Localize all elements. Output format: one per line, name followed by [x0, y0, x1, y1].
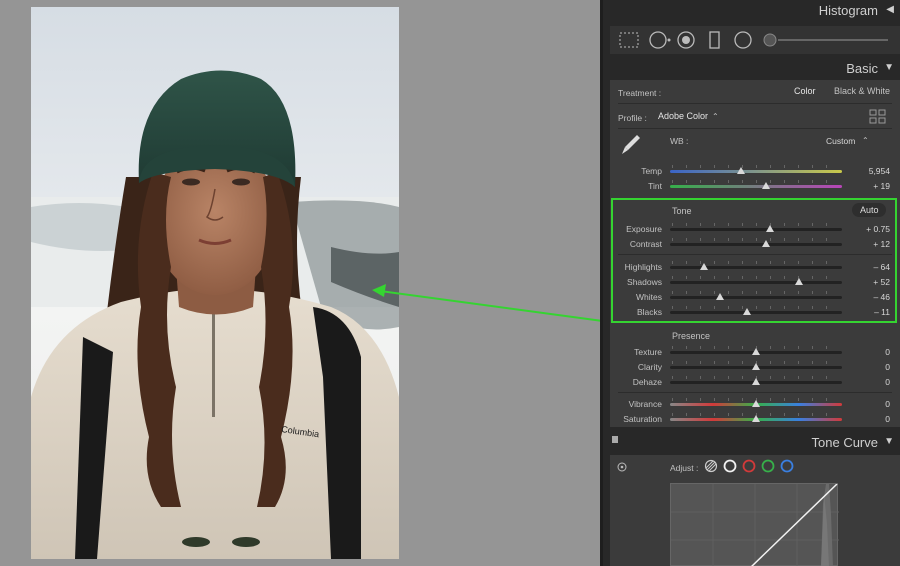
temp-value[interactable]: 5,954 [869, 166, 890, 176]
basic-header[interactable]: Basic ▼ [610, 58, 900, 80]
tint-slider-ticks [672, 180, 840, 183]
tone-curve-expand-arrow-icon[interactable]: ▼ [884, 436, 894, 447]
temp-slider-thumb[interactable] [736, 167, 745, 174]
adjust-label: Adjust : [670, 463, 699, 473]
tool-strip [610, 26, 900, 54]
dehaze-value[interactable]: 0 [885, 377, 890, 387]
vibrance-label: Vibrance [628, 399, 662, 409]
vibrance-value[interactable]: 0 [885, 399, 890, 409]
tint-label: Tint [648, 181, 662, 191]
red-eye-icon[interactable] [677, 31, 695, 49]
texture-slider-row[interactable]: Texture 0 [610, 345, 900, 359]
dehaze-slider-row[interactable]: Dehaze 0 [610, 375, 900, 389]
blue-channel-icon[interactable] [780, 459, 794, 473]
profile-browser-grid-icon[interactable] [869, 109, 887, 125]
saturation-slider-row[interactable]: Saturation 0 [610, 412, 900, 426]
treatment-color-option[interactable]: Color [794, 86, 816, 96]
tint-slider-thumb[interactable] [762, 182, 771, 189]
tint-slider-track[interactable] [670, 185, 842, 188]
adjustment-brush-icon[interactable] [763, 33, 888, 47]
texture-label: Texture [634, 347, 662, 357]
tint-value[interactable]: + 19 [873, 181, 890, 191]
spot-removal-icon[interactable] [649, 31, 671, 49]
temp-slider-track[interactable] [670, 170, 842, 173]
parametric-curve-icon[interactable] [704, 459, 718, 473]
treatment-bw-option[interactable]: Black & White [834, 86, 890, 96]
tone-highlight-box [611, 198, 897, 323]
white-balance-eyedropper-icon[interactable] [619, 132, 643, 158]
texture-value[interactable]: 0 [885, 347, 890, 357]
tone-curve-title: Tone Curve [811, 435, 878, 450]
texture-slider-thumb[interactable] [752, 348, 760, 355]
basic-title: Basic [846, 61, 878, 76]
clarity-label: Clarity [637, 362, 662, 372]
dehaze-slider-thumb[interactable] [752, 378, 760, 385]
wb-label: WB : [670, 136, 689, 146]
temp-slider-row[interactable]: Temp 5,954 [610, 164, 900, 178]
crop-overlay-icon[interactable] [619, 32, 639, 48]
clarity-value[interactable]: 0 [885, 362, 890, 372]
red-channel-icon[interactable] [742, 459, 756, 473]
tint-slider-row[interactable]: Tint + 19 [610, 179, 900, 193]
develop-right-panel: Histogram ◀ Basic ▼ Treatment: Color Bl… [600, 0, 900, 566]
expand-arrow-icon[interactable]: ▼ [884, 62, 894, 73]
graduated-filter-icon[interactable] [709, 31, 720, 49]
profile-dropdown[interactable]: Adobe Color [658, 111, 708, 121]
dehaze-label: Dehaze [632, 377, 662, 387]
wb-chevron-icon[interactable]: ⌃ [862, 136, 869, 145]
clarity-slider-row[interactable]: Clarity 0 [610, 360, 900, 374]
saturation-label: Saturation [623, 414, 662, 424]
profile-label: Profile : [618, 113, 647, 123]
saturation-slider-thumb[interactable] [752, 415, 760, 422]
target-adjust-icon[interactable] [616, 461, 628, 473]
rgb-channel-icon[interactable] [723, 459, 737, 473]
wb-dropdown[interactable]: Custom [826, 136, 855, 146]
presence-label: Presence [672, 331, 711, 341]
panel-switch-icon[interactable] [612, 436, 618, 443]
collapse-arrow-icon[interactable]: ◀ [886, 4, 894, 15]
lightroom-develop-screen: Columbia Histogram ◀ Basic ▼ Treatment:… [0, 0, 900, 566]
tone-curve-graph[interactable] [670, 483, 839, 566]
tone-curve-header[interactable]: Tone Curve ▼ [610, 432, 900, 454]
vibrance-slider-thumb[interactable] [752, 400, 760, 407]
profile-chevron-icon[interactable]: ⌃ [712, 112, 719, 121]
radial-filter-icon[interactable] [734, 31, 752, 49]
clarity-slider-thumb[interactable] [752, 363, 760, 370]
vibrance-slider-row[interactable]: Vibrance 0 [610, 397, 900, 411]
temp-label: Temp [641, 166, 662, 176]
histogram-header[interactable]: Histogram ◀ [610, 0, 900, 22]
histogram-title: Histogram [818, 3, 878, 18]
tone-curve-panel: Adjust : [610, 455, 900, 566]
green-channel-icon[interactable] [761, 459, 775, 473]
temp-slider-ticks [672, 165, 840, 168]
treatment-label: Treatment : [618, 88, 662, 98]
saturation-value[interactable]: 0 [885, 414, 890, 424]
